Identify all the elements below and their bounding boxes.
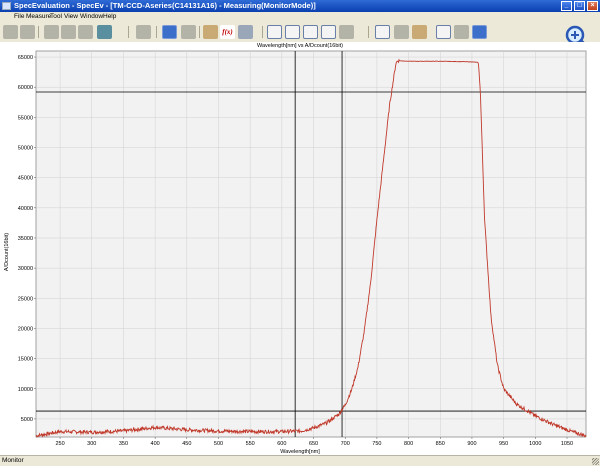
toolbar-separator [156, 26, 157, 38]
y-tick-label: 45000 [18, 176, 33, 182]
toolbar-separator [199, 26, 200, 38]
open-folder-icon[interactable] [20, 25, 35, 39]
graph-window: 250 300 350 400 450 500 550 600 650 700 750 800 850 9… [0, 42, 600, 455]
x-tick-label: 700 [341, 441, 350, 447]
x-tick-label: 250 [55, 441, 64, 447]
menu-help[interactable]: Help [103, 13, 116, 20]
minimize-button[interactable]: _ [561, 1, 572, 11]
y-tick-label: 25000 [18, 296, 33, 302]
toolbar-separator [38, 26, 39, 38]
x-tick-label: 950 [499, 441, 508, 447]
status-text: Monitor [2, 457, 24, 464]
window-controls: _ □ × [561, 1, 598, 11]
zoom-icon[interactable] [412, 25, 427, 39]
toolbar-separator [262, 26, 263, 38]
table-view-icon[interactable] [267, 25, 282, 39]
y-tick-label: 50000 [18, 146, 33, 152]
capture-icon[interactable] [181, 25, 196, 39]
export-icon[interactable] [61, 25, 76, 39]
list-view-icon[interactable] [285, 25, 300, 39]
title-bar: SpecEvaluation - SpecEv - [TM-CCD-Aserie… [0, 0, 600, 12]
monitor-mode-icon[interactable] [162, 25, 177, 39]
menu-window[interactable]: Window [80, 13, 103, 20]
menu-tool[interactable]: Tool [50, 13, 62, 20]
spectrum-chart[interactable]: 250 300 350 400 450 500 550 600 650 700 750 800 850 9… [0, 42, 600, 455]
graph-settings-icon[interactable] [339, 25, 354, 39]
x-tick-label: 750 [372, 441, 381, 447]
report-view-icon[interactable] [321, 25, 336, 39]
y-tick-label: 10000 [18, 387, 33, 393]
function-button[interactable]: f(x) [220, 25, 235, 39]
y-tick-label: 5000 [21, 417, 33, 423]
undo-zoom-icon[interactable] [454, 25, 469, 39]
x-tick-label: 1000 [529, 441, 541, 447]
chart-title: Wavelength[nm] vs A/Dcount(16bit) [257, 43, 343, 49]
sheet-view-icon[interactable] [303, 25, 318, 39]
x-tick-label: 900 [467, 441, 476, 447]
y-tick-label: 35000 [18, 236, 33, 242]
zoom-window-icon[interactable] [375, 25, 390, 39]
x-tick-label: 400 [151, 441, 160, 447]
cursor-tool-icon[interactable] [203, 25, 218, 39]
y-tick-label: 65000 [18, 55, 33, 61]
window-title: SpecEvaluation - SpecEv - [TM-CCD-Aserie… [14, 1, 316, 10]
x-tick-label: 350 [119, 441, 128, 447]
autoscale-icon[interactable] [472, 25, 487, 39]
close-button[interactable]: × [587, 1, 598, 11]
maximize-button[interactable]: □ [574, 1, 585, 11]
x-tick-label: 800 [404, 441, 413, 447]
fit-view-icon[interactable] [436, 25, 451, 39]
status-bar: Monitor [0, 455, 600, 466]
print-icon[interactable] [97, 25, 112, 39]
hand-pan-icon[interactable] [394, 25, 409, 39]
stop-icon[interactable] [136, 25, 151, 39]
resize-grip[interactable] [592, 458, 599, 465]
camera-icon[interactable] [238, 25, 253, 39]
menu-file[interactable]: File [14, 13, 24, 20]
copy-icon[interactable] [78, 25, 93, 39]
menu-view[interactable]: View [64, 13, 78, 20]
x-tick-label: 850 [436, 441, 445, 447]
app-icon [2, 2, 11, 10]
x-tick-label: 450 [182, 441, 191, 447]
y-tick-label: 60000 [18, 85, 33, 91]
y-tick-label: 55000 [18, 115, 33, 121]
y-tick-label: 40000 [18, 206, 33, 212]
x-tick-label: 550 [246, 441, 255, 447]
x-tick-label: 300 [87, 441, 96, 447]
toolbar: f(x) [0, 22, 600, 52]
x-tick-label: 1050 [561, 441, 573, 447]
save-icon[interactable] [44, 25, 59, 39]
y-axis-label: A/Dcount(16bit) [4, 233, 10, 271]
x-tick-label: 600 [277, 441, 286, 447]
x-tick-label: 500 [214, 441, 223, 447]
open-icon[interactable] [3, 25, 18, 39]
y-tick-label: 30000 [18, 266, 33, 272]
toolbar-separator [128, 26, 129, 38]
y-tick-label: 15000 [18, 357, 33, 363]
x-tick-label: 650 [309, 441, 318, 447]
menu-measure[interactable]: Measure [26, 13, 51, 20]
menu-bar: File Measure Tool View Window Help [0, 12, 600, 22]
toolbar-separator [368, 26, 369, 38]
y-tick-label: 20000 [18, 326, 33, 332]
